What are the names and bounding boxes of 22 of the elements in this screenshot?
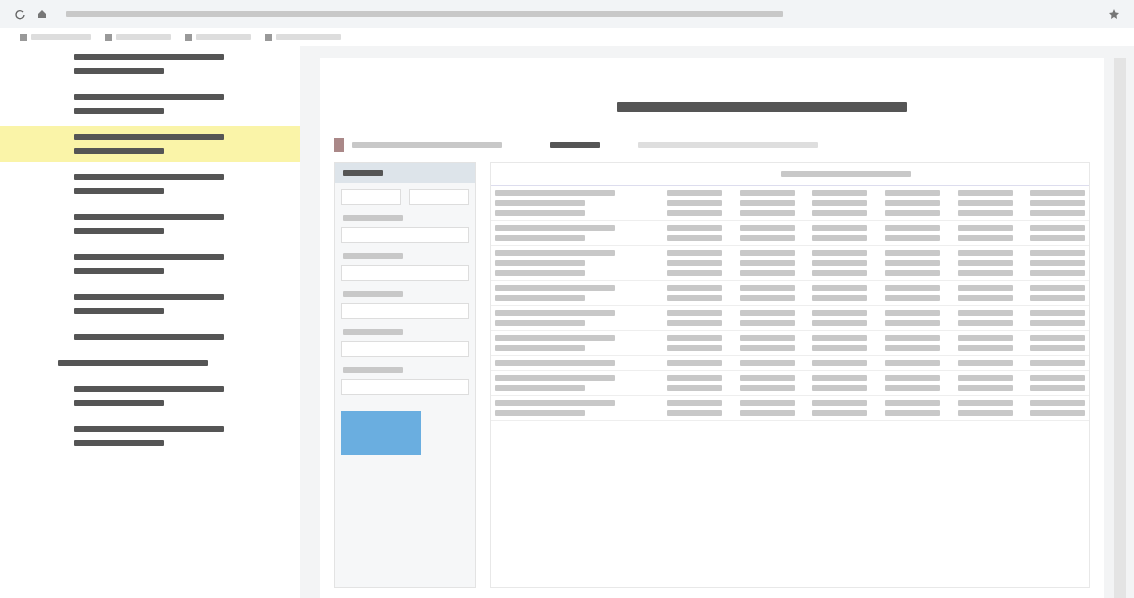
bookmark-link[interactable] (105, 33, 171, 41)
input-field[interactable] (341, 341, 469, 357)
input-field[interactable] (341, 189, 401, 205)
illegible-text (343, 215, 403, 221)
input-field[interactable] (341, 379, 469, 395)
logo-icon (334, 138, 344, 152)
home-icon[interactable] (36, 8, 48, 20)
illegible-text (343, 253, 403, 259)
input-field[interactable] (341, 265, 469, 281)
input-field[interactable] (341, 303, 469, 319)
input-field[interactable] (341, 227, 469, 243)
bookmark-link[interactable] (185, 33, 251, 41)
illegible-text (343, 291, 403, 297)
input-field[interactable] (409, 189, 469, 205)
illegible-text (550, 142, 600, 148)
illegible-text (343, 329, 403, 335)
star-icon[interactable] (1108, 8, 1120, 20)
bookmark-link[interactable] (20, 33, 91, 41)
illegible-text (343, 367, 403, 373)
reload-icon[interactable] (14, 8, 26, 20)
bookmark-link[interactable] (265, 33, 341, 41)
sidebar-item[interactable] (0, 126, 300, 162)
